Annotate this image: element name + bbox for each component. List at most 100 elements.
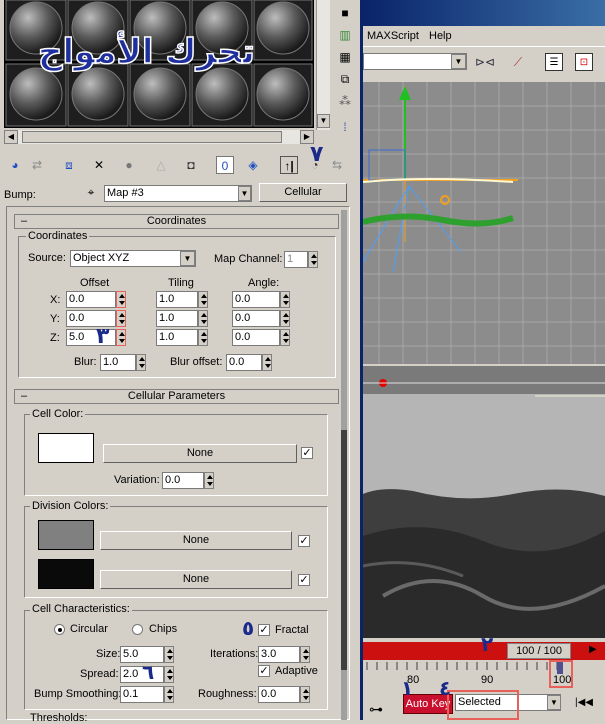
offset-x-spinner[interactable] bbox=[116, 291, 126, 308]
frame-counter[interactable]: 100 / 100 bbox=[507, 643, 571, 659]
roughness-field[interactable]: 0.0 bbox=[258, 686, 300, 703]
angle-z-field[interactable]: 0.0 bbox=[232, 329, 280, 346]
division-colors-title: Division Colors: bbox=[30, 500, 111, 512]
perspective-viewport[interactable] bbox=[363, 366, 605, 638]
map-type-button[interactable]: Cellular bbox=[259, 183, 347, 202]
division-color-1-checkbox[interactable]: ✓ bbox=[298, 535, 310, 547]
annotation-2: ٢ bbox=[481, 632, 494, 656]
source-dropdown[interactable]: Object XYZ bbox=[70, 250, 196, 267]
backlight-icon[interactable]: ▥ bbox=[336, 26, 354, 44]
mirror-icon[interactable]: ⊳⊲ bbox=[475, 53, 495, 71]
spread-spinner[interactable] bbox=[164, 666, 174, 683]
division-color-1-map-button[interactable]: None bbox=[100, 531, 292, 550]
size-spinner[interactable] bbox=[164, 646, 174, 663]
bump-smoothing-spinner[interactable] bbox=[164, 686, 174, 703]
circular-radio[interactable] bbox=[54, 624, 65, 635]
annotation-1: ١ bbox=[401, 676, 414, 700]
assign-material-icon[interactable]: ⧈ bbox=[60, 156, 78, 174]
reset-map-icon[interactable]: ✕ bbox=[90, 156, 108, 174]
menu-maxscript[interactable]: MAXScript bbox=[367, 30, 419, 42]
schematic-view-icon[interactable]: ⊡ bbox=[575, 53, 593, 71]
show-map-icon[interactable]: ◈ bbox=[244, 156, 262, 174]
make-unique-icon[interactable]: △ bbox=[152, 156, 170, 174]
tiling-x-spinner[interactable] bbox=[198, 291, 208, 308]
options-icon[interactable]: ⁞ bbox=[336, 118, 354, 136]
sample-type-icon[interactable]: ■ bbox=[336, 4, 354, 22]
menu-help[interactable]: Help bbox=[429, 30, 452, 42]
get-material-icon[interactable]: ◕ bbox=[6, 156, 24, 174]
blur-offset-spinner[interactable] bbox=[262, 354, 272, 371]
adaptive-checkbox[interactable]: ✓ bbox=[258, 665, 270, 677]
show-end-result-icon[interactable]: ↑| bbox=[280, 156, 298, 174]
offset-z-spinner[interactable] bbox=[116, 329, 126, 346]
go-forward-sibling-icon[interactable]: ⇆ bbox=[328, 156, 346, 174]
cell-color-swatch[interactable] bbox=[38, 433, 94, 463]
selection-set-arrow[interactable]: ▼ bbox=[451, 54, 466, 69]
offset-y-spinner[interactable] bbox=[116, 310, 126, 327]
offset-x-field[interactable]: 0.0 bbox=[66, 291, 116, 308]
variation-spinner[interactable] bbox=[204, 472, 214, 489]
blur-offset-field[interactable]: 0.0 bbox=[226, 354, 262, 371]
put-to-scene-icon[interactable]: ⇄ bbox=[28, 156, 46, 174]
source-label: Source: bbox=[28, 252, 66, 264]
coordinates-rollout[interactable]: – Coordinates bbox=[14, 214, 339, 229]
go-to-start-icon[interactable]: |◀◀ bbox=[575, 694, 593, 712]
tiling-z-spinner[interactable] bbox=[198, 329, 208, 346]
key-icon[interactable]: ⊶ bbox=[367, 700, 385, 718]
pick-material-icon[interactable]: ⌖ bbox=[82, 183, 100, 201]
tiling-y-field[interactable]: 1.0 bbox=[156, 310, 198, 327]
division-color-1-swatch[interactable] bbox=[38, 520, 94, 550]
iterations-field[interactable]: 3.0 bbox=[258, 646, 300, 663]
roughness-spinner[interactable] bbox=[300, 686, 310, 703]
scroll-down-arrow[interactable]: ▼ bbox=[317, 114, 330, 128]
bump-smoothing-field[interactable]: 0.1 bbox=[120, 686, 164, 703]
material-effects-icon[interactable]: 0 bbox=[216, 156, 234, 174]
key-filter-arrow[interactable]: ▼ bbox=[547, 695, 561, 710]
scroll-thumb[interactable] bbox=[22, 131, 282, 143]
variation-label: Variation: bbox=[114, 474, 160, 486]
tiling-x-field[interactable]: 1.0 bbox=[156, 291, 198, 308]
cellular-parameters-rollout[interactable]: – Cellular Parameters bbox=[14, 389, 339, 404]
video-color-icon[interactable]: ⁂ bbox=[336, 92, 354, 110]
angle-z-spinner[interactable] bbox=[280, 329, 290, 346]
map-channel-field[interactable]: 1 bbox=[284, 251, 308, 268]
scroll-left-arrow[interactable]: ◀ bbox=[4, 130, 18, 144]
make-copy-icon[interactable]: ● bbox=[120, 156, 138, 174]
angle-y-spinner[interactable] bbox=[280, 310, 290, 327]
slots-vscroll[interactable]: ▼ bbox=[316, 0, 330, 130]
front-viewport[interactable] bbox=[363, 82, 605, 364]
fractal-checkbox[interactable]: ✓ bbox=[258, 624, 270, 636]
blur-field[interactable]: 1.0 bbox=[100, 354, 136, 371]
tiling-header: Tiling bbox=[168, 277, 194, 289]
background-icon[interactable]: ▦ bbox=[336, 48, 354, 66]
angle-x-spinner[interactable] bbox=[280, 291, 290, 308]
slots-hscroll[interactable]: ◀ ▶ bbox=[4, 130, 314, 144]
division-color-2-swatch[interactable] bbox=[38, 559, 94, 589]
iterations-spinner[interactable] bbox=[300, 646, 310, 663]
uv-tiling-icon[interactable]: ⧉ bbox=[336, 70, 354, 88]
variation-field[interactable]: 0.0 bbox=[162, 472, 204, 489]
map-channel-spinner[interactable] bbox=[308, 251, 318, 268]
thresholds-label: Thresholds: bbox=[30, 712, 88, 724]
blur-spinner[interactable] bbox=[136, 354, 146, 371]
map-name-field[interactable]: Map #3 bbox=[104, 185, 252, 202]
map-dropdown-arrow[interactable]: ▼ bbox=[238, 186, 251, 201]
time-slider-right-arrow[interactable]: ▶ bbox=[589, 644, 597, 655]
angle-x-field[interactable]: 0.0 bbox=[232, 291, 280, 308]
division-color-2-map-button[interactable]: None bbox=[100, 570, 292, 589]
put-to-library-icon[interactable]: ◘ bbox=[182, 156, 200, 174]
angle-y-field[interactable]: 0.0 bbox=[232, 310, 280, 327]
curve-editor-icon[interactable]: ☰ bbox=[545, 53, 563, 71]
source-dropdown-arrow[interactable]: ▼ bbox=[180, 251, 195, 266]
main-toolbar: ▼ ⊳⊲ ⟋ ☰ ⊡ bbox=[363, 46, 605, 80]
chips-radio[interactable] bbox=[132, 624, 143, 635]
panel-scrollbar[interactable] bbox=[341, 210, 347, 720]
division-color-2-checkbox[interactable]: ✓ bbox=[298, 574, 310, 586]
align-icon[interactable]: ⟋ bbox=[509, 53, 527, 71]
cell-color-map-button[interactable]: None bbox=[103, 444, 297, 463]
tiling-y-spinner[interactable] bbox=[198, 310, 208, 327]
tiling-z-field[interactable]: 1.0 bbox=[156, 329, 198, 346]
map-channel-label: Map Channel: bbox=[214, 253, 283, 265]
size-label: Size: bbox=[96, 648, 121, 660]
cell-color-map-checkbox[interactable]: ✓ bbox=[301, 447, 313, 459]
